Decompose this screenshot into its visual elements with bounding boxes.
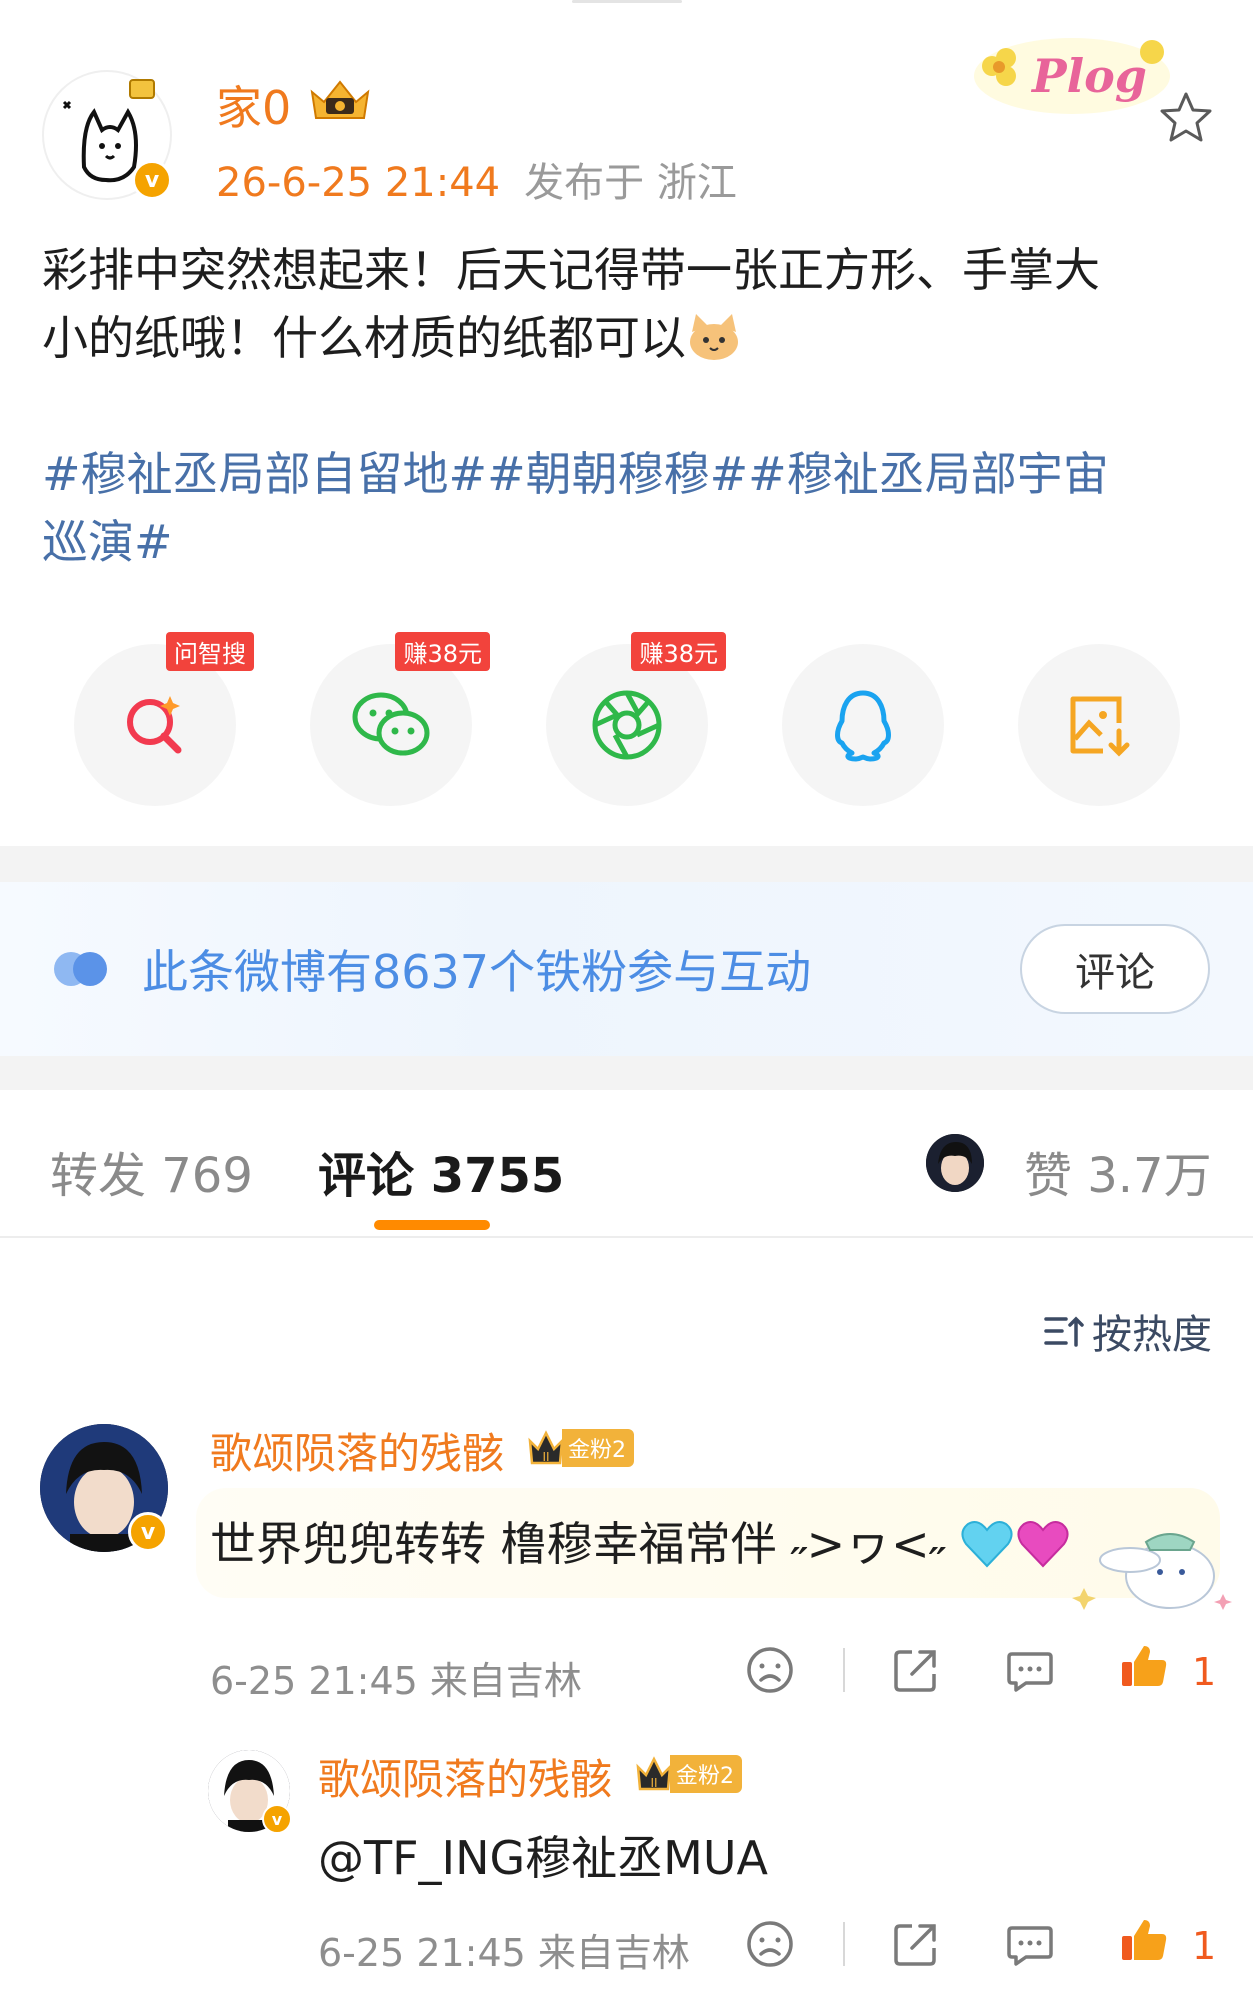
comment-meta: 6-25 21:45 来自吉林 — [318, 1931, 690, 1975]
fan-level: 金粉2 — [562, 1429, 634, 1467]
post-body: 彩排中突然想起来！后天记得带一张正方形、手掌大 小的纸哦！什么材质的纸都可以 — [42, 236, 1222, 372]
author-avatar[interactable]: v — [42, 70, 172, 200]
favorite-star-icon[interactable] — [1156, 88, 1216, 148]
share-qq-button[interactable] — [782, 644, 944, 806]
commenter-avatar[interactable]: v — [208, 1750, 292, 1834]
tab-repost[interactable]: 转发 769 — [50, 1136, 253, 1206]
section-divider — [0, 846, 1253, 882]
heart-emojis-icon — [961, 1521, 1069, 1568]
commenter-name[interactable]: 歌颂陨落的残骸 — [318, 1746, 612, 1807]
comment-text: 世界兜兜转转 橹穆幸福常伴 ˶>ヮ<˶ — [210, 1508, 1070, 1574]
hashtag-line[interactable]: #穆祉丞局部自留地##朝朝穆穆##穆祉丞局部宇宙 — [42, 440, 1222, 508]
share-wechat-button[interactable]: 赚38元 — [310, 632, 490, 806]
share-tag: 赚38元 — [395, 632, 490, 671]
tab-like[interactable]: 赞 3.7万 — [1024, 1136, 1212, 1206]
reply-comment-icon[interactable] — [1004, 1644, 1056, 1696]
thumbs-up-icon[interactable] — [1118, 1640, 1170, 1692]
post-time: 26-6-25 21:44 — [216, 160, 501, 206]
svg-text:II: II — [542, 1450, 549, 1464]
fan-level: 金粉2 — [670, 1755, 742, 1793]
share-tag: 问智搜 — [166, 632, 254, 671]
verified-badge-icon: v — [262, 1804, 292, 1834]
section-divider — [0, 1056, 1253, 1090]
post-location: 发布于 浙江 — [524, 160, 737, 206]
comment-like-count: 1 — [1192, 1650, 1217, 1694]
author-name[interactable]: 家0 — [216, 72, 291, 138]
share-moments-button[interactable]: 赚38元 — [546, 632, 726, 806]
hashtag-line[interactable]: 巡演# — [42, 508, 1222, 576]
post-body-line: 彩排中突然想起来！后天记得带一张正方形、手掌大 — [42, 243, 1100, 297]
person-avatar-icon — [926, 1134, 984, 1192]
commenter-avatar[interactable]: v — [40, 1424, 168, 1552]
fan-crown-icon: II — [636, 1756, 672, 1791]
share-row: 问智搜 赚38元 赚38元 — [0, 632, 1253, 810]
hashtag-links[interactable]: #穆祉丞局部自留地##朝朝穆穆##穆祉丞局部宇宙 巡演# — [42, 440, 1222, 576]
comment-meta: 6-25 21:45 来自吉林 — [210, 1659, 582, 1703]
reply-comment-icon[interactable] — [1004, 1918, 1056, 1970]
ai-search-icon — [127, 696, 182, 754]
action-separator — [843, 1922, 845, 1966]
post-meta: 26-6-25 21:44 发布于 浙江 — [216, 150, 737, 208]
fan-comment-button[interactable]: 评论 — [1020, 924, 1210, 1014]
tab-comment[interactable]: 评论 3755 — [318, 1136, 564, 1206]
dislike-face-icon[interactable] — [744, 1644, 796, 1696]
gold-fan-badge: II 金粉2 — [634, 1755, 742, 1793]
fan-crown-icon: II — [528, 1430, 564, 1465]
action-separator — [843, 1648, 845, 1692]
crown-member-icon — [310, 80, 370, 119]
plog-sticker: Plog — [974, 38, 1170, 114]
thumbs-up-icon[interactable] — [1118, 1914, 1170, 1966]
interaction-tabs: 转发 769 评论 3755 赞 3.7万 — [0, 1090, 1253, 1238]
sort-icon — [1044, 1316, 1084, 1347]
top-handle — [572, 0, 682, 3]
plog-text: Plog — [1030, 49, 1147, 103]
liker-avatar — [926, 1134, 984, 1192]
gold-fan-badge: II 金粉2 — [526, 1429, 634, 1467]
verified-badge-icon: v — [132, 160, 172, 200]
wechat-icon — [352, 692, 430, 756]
sort-label: 按热度 — [1092, 1312, 1212, 1358]
svg-text:II: II — [650, 1776, 657, 1790]
share-icon[interactable] — [890, 1918, 942, 1970]
fan-count-text: 此条微博有8637个铁粉参与互动 — [142, 945, 812, 999]
post-body-line: 小的纸哦！什么材质的纸都可以 — [42, 304, 1222, 372]
comment-text: @TF_ING穆祉丞MUA — [318, 1831, 769, 1885]
share-tag: 赚38元 — [631, 632, 726, 671]
active-tab-indicator — [374, 1220, 490, 1230]
dislike-face-icon[interactable] — [744, 1918, 796, 1970]
moments-aperture-icon — [592, 690, 662, 760]
qq-penguin-icon — [835, 690, 891, 762]
verified-badge-icon: v — [128, 1512, 168, 1552]
comment-like-count: 1 — [1192, 1924, 1217, 1968]
cat-emoji-icon — [690, 314, 738, 360]
fan-bubbles-icon — [54, 952, 107, 986]
sort-button[interactable]: 按热度 — [1044, 1302, 1212, 1360]
fan-interaction-banner: 此条微博有8637个铁粉参与互动 评论 — [0, 882, 1253, 1056]
share-ai-search-button[interactable]: 问智搜 — [74, 632, 254, 806]
cinnamoroll-sticker-icon — [1072, 1533, 1232, 1610]
share-icon[interactable] — [890, 1644, 942, 1696]
save-image-icon — [1070, 696, 1130, 757]
share-save-image-button[interactable] — [1018, 644, 1180, 806]
commenter-name[interactable]: 歌颂陨落的残骸 — [210, 1420, 504, 1481]
smiley-icon — [1140, 40, 1164, 64]
